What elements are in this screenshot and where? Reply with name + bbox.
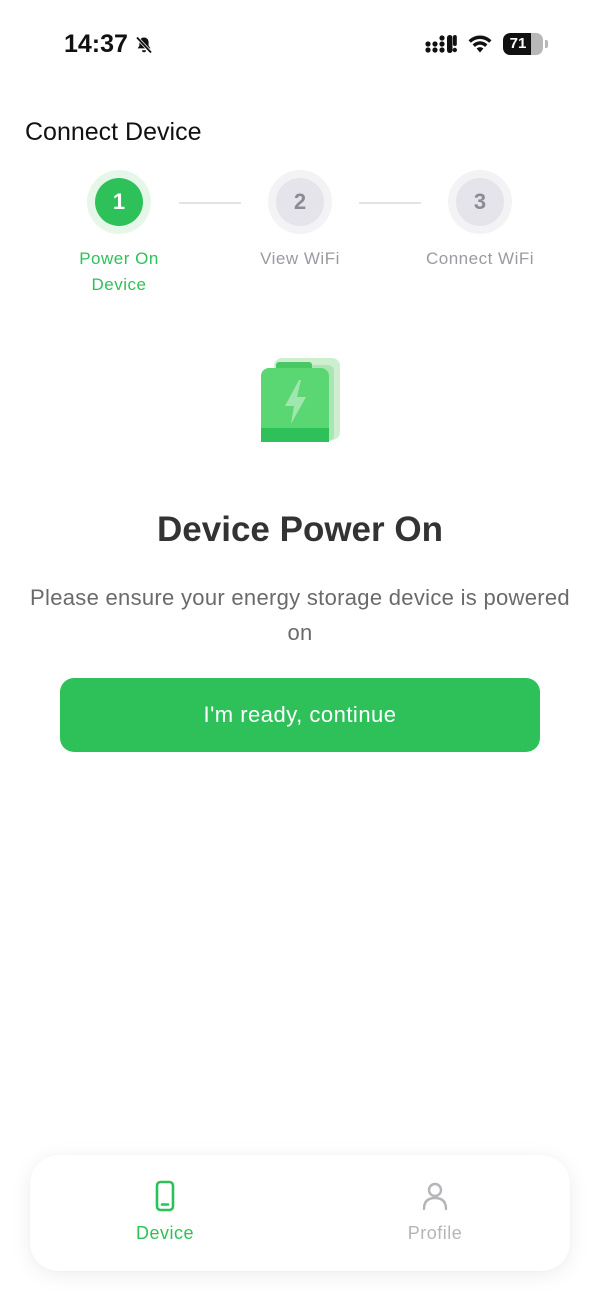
connect-device-screen: 14:37 71 Connect Device 1 Power On Devic… (0, 0, 600, 1299)
battery-charging-icon (261, 358, 340, 442)
battery-icon: 71 (503, 33, 543, 55)
step-2-label: View WiFi (210, 246, 390, 272)
bell-slash-icon (135, 35, 153, 54)
cellular-signal-icon (425, 35, 457, 53)
page-title: Connect Device (25, 118, 202, 146)
status-bar: 14:37 71 (0, 0, 600, 92)
continue-button[interactable]: I'm ready, continue (60, 678, 540, 752)
step-2-label-line1: View WiFi (260, 249, 340, 268)
tab-profile[interactable]: Profile (300, 1155, 570, 1271)
status-time-text: 14:37 (64, 30, 128, 58)
battery-cap (545, 40, 548, 48)
status-time: 14:37 (64, 30, 154, 59)
step-2: 2 View WiFi (210, 170, 390, 272)
tab-bar: Device Profile (30, 1155, 570, 1271)
step-1-label-line2: Device (91, 275, 147, 294)
step-2-halo: 2 (268, 170, 332, 234)
stepper: 1 Power On Device 2 View WiFi 3 Connect … (0, 170, 600, 310)
step-1-label-line1: Power On (79, 249, 159, 268)
status-indicators: 71 (425, 33, 548, 55)
battery-level: 71 (509, 35, 527, 52)
tab-profile-label: Profile (407, 1223, 463, 1243)
wifi-icon (468, 35, 492, 53)
main-heading: Device Power On (157, 510, 443, 549)
person-icon (422, 1182, 448, 1211)
step-1-circle: 1 (95, 178, 143, 226)
tab-device-label: Device (135, 1223, 195, 1243)
step-3-label-line1: Connect WiFi (425, 249, 535, 268)
step-3-label: Connect WiFi (390, 246, 570, 272)
step-1-label: Power On Device (29, 246, 209, 298)
step-1-halo: 1 (87, 170, 151, 234)
step-3-halo: 3 (448, 170, 512, 234)
step-2-circle: 2 (276, 178, 324, 226)
step-3: 3 Connect WiFi (390, 170, 570, 272)
step-1: 1 Power On Device (29, 170, 209, 298)
description-text: Please ensure your energy storage device… (30, 585, 570, 645)
tab-device[interactable]: Device (30, 1155, 300, 1271)
phone-icon (155, 1180, 175, 1212)
step-3-circle: 3 (456, 178, 504, 226)
